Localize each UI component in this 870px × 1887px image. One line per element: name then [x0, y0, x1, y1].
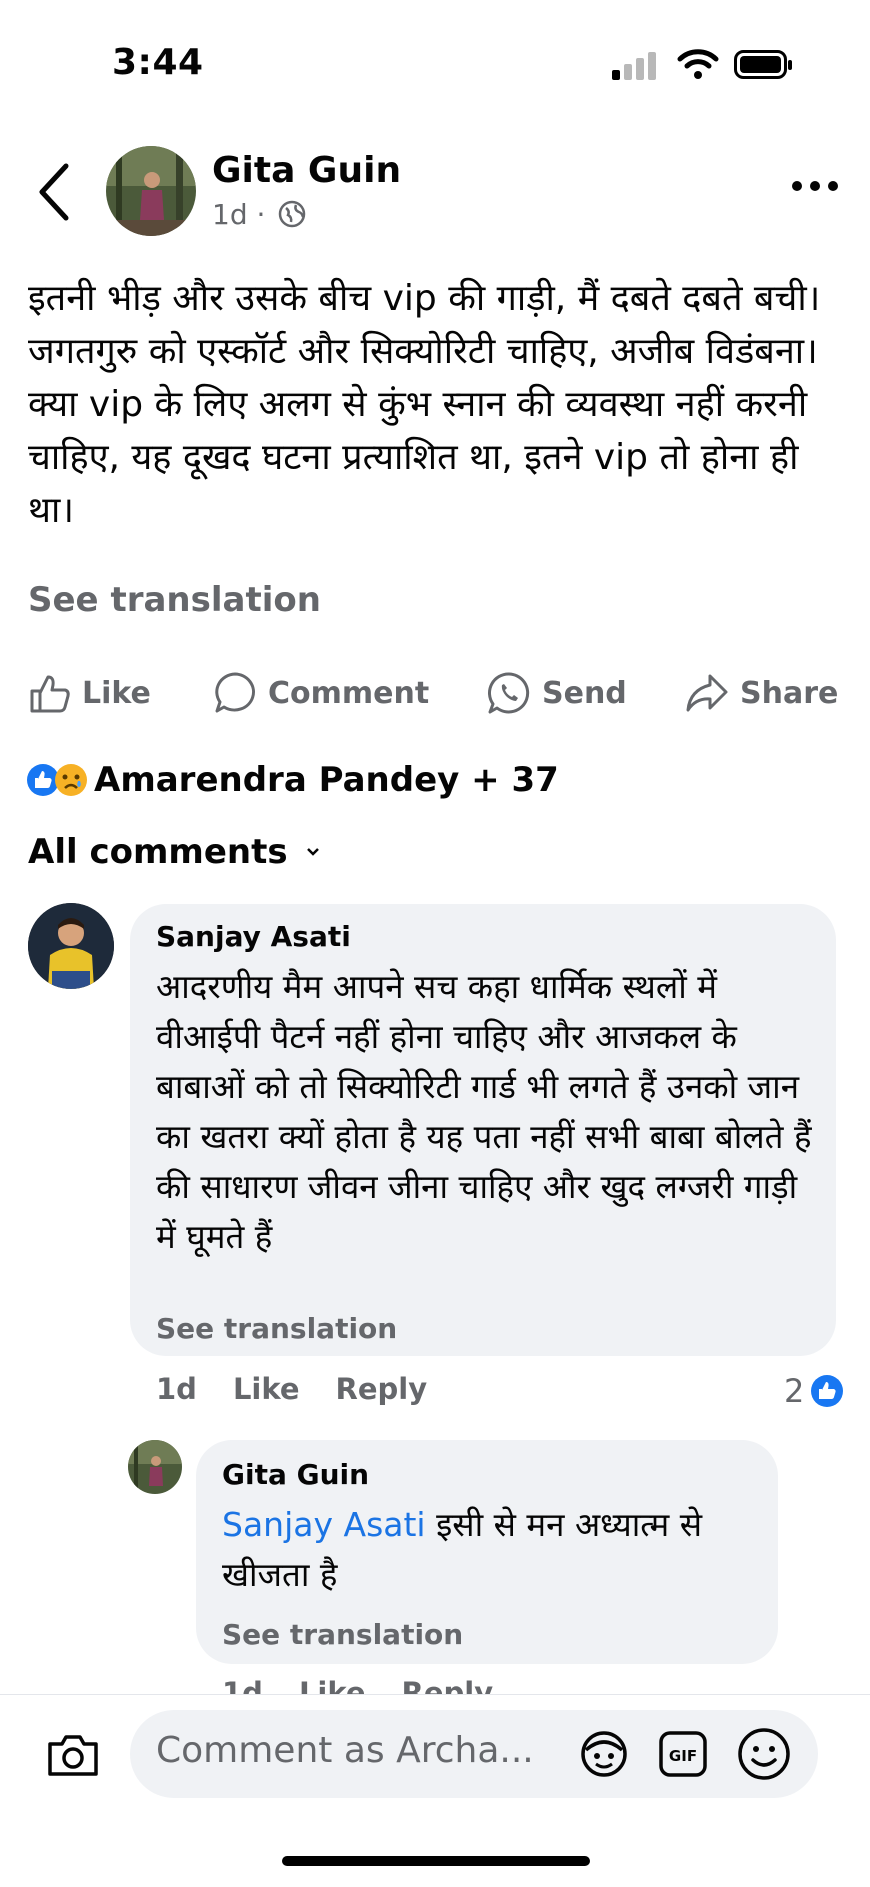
comments-filter[interactable]: All comments: [28, 832, 320, 872]
send-label: Send: [542, 675, 627, 711]
comment-time: 1d: [156, 1372, 197, 1406]
like-label: Like: [82, 675, 151, 711]
signal-icon: [612, 52, 656, 80]
send-button[interactable]: Send: [486, 665, 627, 721]
status-time: 3:44: [112, 42, 204, 83]
reaction-icons: [26, 763, 88, 797]
chevron-down-icon: [306, 848, 319, 856]
comment-input-placeholder: Comment as Archa...: [156, 1730, 534, 1771]
sad-reaction-icon: [55, 764, 87, 796]
camera-icon[interactable]: [46, 1732, 100, 1778]
gif-icon[interactable]: GIF: [658, 1730, 708, 1778]
comment-reply-button[interactable]: Reply: [336, 1372, 428, 1406]
comment-label: Comment: [268, 675, 430, 711]
post-time: 1d ·: [212, 198, 266, 231]
wifi-icon: [677, 49, 719, 79]
reply-author-name[interactable]: Gita Guin: [222, 1458, 369, 1491]
globe-icon: [279, 200, 306, 228]
post-author-name[interactable]: Gita Guin: [212, 150, 401, 191]
author-avatar[interactable]: [106, 146, 196, 236]
reply-see-translation-link[interactable]: See translation: [222, 1618, 463, 1651]
like-button[interactable]: Like: [28, 665, 151, 721]
like-reaction-icon: [811, 1375, 844, 1407]
back-icon[interactable]: [34, 160, 78, 224]
battery-icon: [734, 50, 792, 79]
share-icon: [686, 674, 728, 712]
comment-meta: 1d Like Reply: [156, 1372, 427, 1406]
comment-text: आदरणीय मैम आपने सच कहा धार्मिक स्थलों मे…: [156, 967, 812, 1256]
like-icon: [30, 675, 70, 713]
reply-text: Sanjay Asati इसी से मन अध्यात्म से खीजता…: [222, 1500, 762, 1600]
comment-reaction-count[interactable]: 2: [784, 1372, 844, 1410]
comment-button[interactable]: Comment: [212, 665, 429, 721]
reactions-text: Amarendra Pandey + 37: [94, 760, 559, 800]
reply-author-avatar[interactable]: [128, 1440, 182, 1494]
comment-icon: [215, 672, 255, 713]
home-indicator: [282, 1856, 590, 1866]
comment-author-name[interactable]: Sanjay Asati: [156, 920, 351, 953]
avatar-sticker-icon[interactable]: [578, 1728, 630, 1780]
share-button[interactable]: Share: [684, 665, 838, 721]
comment-reaction-number: 2: [784, 1372, 805, 1410]
whatsapp-icon: [488, 672, 530, 714]
comment-like-button[interactable]: Like: [233, 1372, 300, 1406]
post-meta: 1d ·: [212, 198, 306, 231]
emoji-icon[interactable]: [736, 1726, 792, 1782]
reactions-summary[interactable]: Amarendra Pandey + 37: [26, 757, 559, 803]
comments-filter-label: All comments: [28, 832, 288, 872]
more-icon[interactable]: [790, 176, 840, 196]
svg-text:GIF: GIF: [669, 1747, 697, 1765]
commenter-avatar[interactable]: [28, 903, 114, 989]
comment-see-translation-link[interactable]: See translation: [156, 1312, 397, 1345]
mention-link[interactable]: Sanjay Asati: [222, 1505, 426, 1544]
see-translation-link[interactable]: See translation: [28, 580, 321, 620]
share-label: Share: [740, 675, 839, 711]
post-text: इतनी भीड़ और उसके बीच vip की गाड़ी, मैं …: [28, 278, 821, 531]
